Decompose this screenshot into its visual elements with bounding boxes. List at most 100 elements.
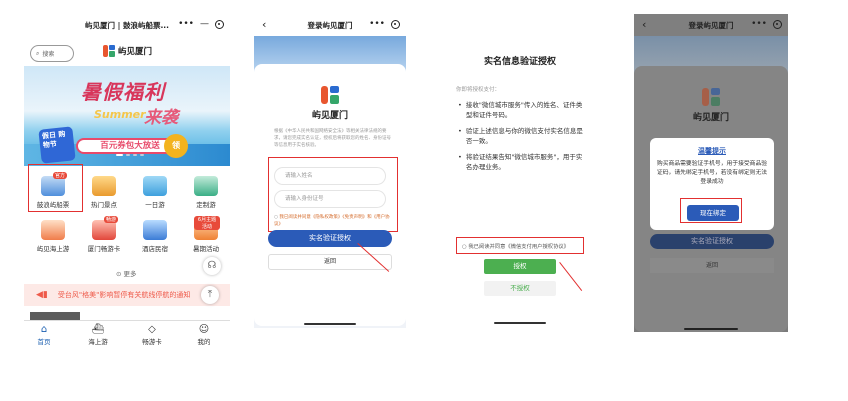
carousel-dots	[116, 154, 144, 156]
home-indicator	[494, 322, 546, 324]
highlight-box	[28, 164, 83, 212]
bullet-text: 验证上述信息与你的微信支付实名信息是否一致。	[465, 127, 583, 145]
logo-icon	[103, 45, 115, 57]
profile-icon: ☺	[198, 324, 210, 335]
home-icon: ⌂	[40, 324, 48, 335]
bullet-item: • 接收"微信城市服务"传入的姓名、证件类型和证件号码。	[458, 100, 586, 120]
search-input[interactable]: ⌕ 搜索	[30, 45, 74, 62]
card-icon: ◇	[148, 324, 156, 335]
custom-tour-icon	[194, 176, 218, 196]
tab-label: 海上游	[88, 338, 108, 346]
service-float-button[interactable]: ☊	[203, 257, 221, 275]
tab-label: 我的	[197, 338, 211, 346]
verify-auth-button[interactable]: 实名验证授权	[650, 234, 774, 249]
tab-home[interactable]: ⌂ 首页	[24, 324, 64, 346]
more-label: 更多	[123, 270, 137, 278]
more-icon: ⊙	[116, 270, 124, 278]
more-dots-icon[interactable]: •••	[369, 19, 385, 29]
bullet-item: • 将验证结果告知"微信城市服务"，用于实名办理业务。	[458, 152, 586, 172]
grid-tag: 畅游	[103, 216, 118, 223]
grid-label: 热门景点	[91, 201, 117, 209]
bind-phone-screen: ‹ 登录屿见厦门 ••• 屿见厦门 实名验证授权 返回 温馨提示 购买商品需要验…	[634, 14, 788, 332]
travel-card-icon: 畅游	[92, 216, 118, 240]
banner-subheadline: 来袭	[144, 108, 178, 128]
title-bar: ‹ 登录屿见厦门 •••	[254, 14, 406, 36]
authorize-button[interactable]: 授权	[484, 259, 556, 274]
logo-text: 屿见厦门	[118, 47, 153, 57]
grid-label: 厦门畅游卡	[87, 245, 121, 253]
brand-name: 屿见厦门	[692, 113, 729, 123]
scenic-icon	[92, 176, 116, 196]
grid-label: 一日游	[145, 201, 165, 209]
grid-item-sea-cruise[interactable]: 屿见海上游	[28, 220, 78, 253]
close-mini-icon[interactable]	[773, 19, 782, 29]
page-title: 实名信息验证授权	[483, 57, 556, 67]
grid-label: 定制游	[196, 201, 216, 209]
title-bar: 屿见厦门 | 鼓浪屿船票... ••• —	[24, 14, 230, 36]
notice-text: 受台风"格美"影响暂停有关航线停航的通知	[57, 291, 191, 299]
search-icon: ⌕	[36, 49, 40, 57]
close-mini-icon[interactable]	[391, 19, 400, 29]
headset-icon: ☊	[207, 260, 217, 271]
summer-event-icon: 6月主题活动	[194, 216, 220, 240]
grid-tag: 6月主题活动	[194, 216, 220, 230]
grid-item-scenic[interactable]: 热门景点	[79, 176, 129, 209]
grid-label: 酒店民宿	[142, 245, 168, 253]
modal-title: 温馨提示	[698, 147, 726, 155]
minimize-icon[interactable]: —	[200, 19, 209, 29]
grid-item-travel-card[interactable]: 畅游 厦门畅游卡	[79, 216, 129, 253]
tab-sea-cruise[interactable]: ⛴ 海上游	[78, 324, 118, 346]
agreement-text: 我已阅读并同意《微信支付用户授权协议》	[468, 244, 569, 250]
more-dots-icon[interactable]: •••	[751, 19, 767, 29]
more-link[interactable]: ⊙ 更多	[116, 268, 137, 278]
decline-button[interactable]: 不授权	[484, 281, 556, 296]
close-mini-icon[interactable]	[215, 19, 224, 29]
grid-item-summer-event[interactable]: 6月主题活动 暑期活动	[181, 216, 230, 253]
agreement-row[interactable]: ○ 我已阅读并同意《微信支付用户授权协议》	[462, 242, 569, 250]
bullet-text: 接收"微信城市服务"传入的姓名、证件类型和证件号码。	[465, 101, 583, 119]
festival-badge: 假日 购物节	[38, 126, 76, 164]
tab-label: 首页	[37, 338, 51, 346]
auth-lead: 你即将授权支付：	[456, 87, 501, 93]
grid-label: 屿见海上游	[36, 245, 70, 253]
coupon-claim-button[interactable]: 领	[164, 134, 188, 158]
modal-text: 购买商品需要验证手机号，用于接受商品验证码，请先绑定手机号，若没有绑定则无法登录…	[656, 161, 768, 185]
home-indicator	[684, 328, 738, 330]
more-dots-icon[interactable]: •••	[178, 19, 194, 29]
tab-label: 畅游卡	[142, 338, 162, 346]
bullet-text: 将验证结果告知"微信城市服务"，用于实名办理业务。	[465, 153, 583, 171]
search-placeholder: 搜索	[42, 51, 55, 58]
notice-bar[interactable]: ◀▮ 受台风"格美"影响暂停有关航线停航的通知	[24, 284, 230, 306]
tab-travel-card[interactable]: ◇ 畅游卡	[132, 324, 172, 346]
arrow-up-icon: ⤒	[207, 289, 213, 300]
auth-description: 根据《中华人民共和国网络安全法》等相关法律法规的要求，请您完成实名认证，授权后将…	[274, 129, 391, 148]
home-indicator	[304, 323, 356, 325]
grid-item-day-tour[interactable]: 一日游	[130, 176, 180, 209]
back-button[interactable]: 返回	[650, 258, 774, 273]
brand-logo-icon	[702, 88, 720, 106]
app-logo: 屿见厦门	[103, 45, 152, 57]
day-tour-icon	[143, 176, 167, 196]
sea-cruise-icon	[41, 220, 65, 240]
megaphone-icon: ◀▮	[36, 290, 48, 300]
bottom-tab-bar: ⌂ 首页 ⛴ 海上游 ◇ 畅游卡 ☺ 我的	[24, 320, 230, 348]
title-bar: ‹ 登录屿见厦门 •••	[634, 14, 788, 36]
highlight-box	[268, 157, 398, 232]
brand-logo-icon	[321, 86, 339, 104]
boat-icon: ⛴	[91, 324, 105, 335]
bullet-item: • 验证上述信息与你的微信支付实名信息是否一致。	[458, 126, 586, 146]
back-to-top-button[interactable]: ⤒	[201, 286, 219, 304]
grid-label: 暑期活动	[193, 245, 219, 253]
brand-name: 屿见厦门	[311, 111, 348, 121]
banner-summer-word: Summer	[94, 108, 146, 121]
banner-headline: 暑假福利	[81, 80, 165, 104]
highlight-box	[680, 198, 742, 223]
login-screen: ‹ 登录屿见厦门 ••• 屿见厦门 根据《中华人民共和国网络安全法》等相关法律法…	[254, 14, 406, 328]
grid-item-custom-tour[interactable]: 定制游	[181, 176, 230, 209]
promo-banner[interactable]: 暑假福利 Summer 来袭 假日 购物节 百元券包大放送 领	[24, 66, 230, 166]
home-screen: 屿见厦门 | 鼓浪屿船票... ••• — ⌕ 搜索 屿见厦门 暑假福利 Summ…	[24, 14, 230, 348]
auth-bullets: • 接收"微信城市服务"传入的姓名、证件类型和证件号码。 • 验证上述信息与你的微信…	[458, 100, 586, 178]
verify-auth-button[interactable]: 实名验证授权	[268, 230, 392, 247]
grid-item-hotel[interactable]: 酒店民宿	[130, 220, 180, 253]
tab-profile[interactable]: ☺ 我的	[184, 324, 224, 346]
